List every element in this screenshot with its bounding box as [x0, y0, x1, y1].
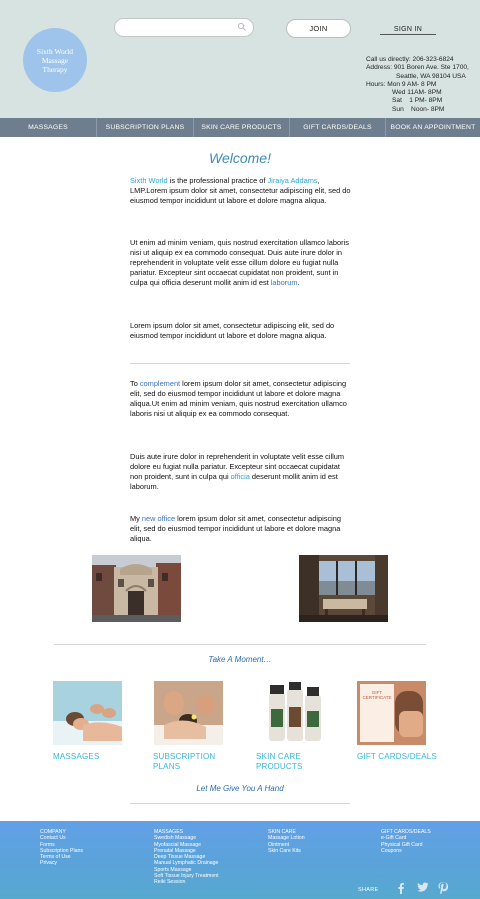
gift-certificate-text: GIFT CERTIFICATE: [360, 690, 394, 700]
paragraph-4: To complement lorem ipsum dolor sit amet…: [130, 379, 352, 419]
divider: [130, 363, 350, 364]
massages-card-image[interactable]: [53, 681, 122, 745]
footer-link-privacy[interactable]: Privacy: [40, 860, 83, 866]
officia-link[interactable]: officia: [231, 472, 250, 481]
gift-certificate-graphic: GIFT CERTIFICATE: [360, 684, 394, 742]
card-gift-label-text[interactable]: GIFT CARDS/DEALS: [357, 752, 437, 762]
paragraph-4-start: To: [130, 379, 140, 388]
footer-link-reiki[interactable]: Reiki Session: [154, 879, 219, 885]
paragraph-3: Lorem ipsum dolor sit amet, consectetur …: [130, 321, 335, 340]
footer-link-lymphatic[interactable]: Manual Lymphatic Drainage: [154, 860, 219, 866]
footer-company-column: COMPANY Contact Us Forms Subscription Pl…: [40, 829, 83, 867]
footer-divider: [130, 803, 350, 804]
nav-subscription-plans[interactable]: SUBSCRIPTION PLANS: [97, 118, 194, 137]
hours-mon: Hours: Mon 9 AM- 8 PM: [366, 80, 437, 88]
take-a-moment-heading: Take A Moment…: [208, 655, 272, 664]
join-button[interactable]: JOIN: [286, 19, 351, 38]
facebook-icon[interactable]: [397, 882, 405, 894]
search-input[interactable]: [123, 21, 239, 38]
hours-wed: Wed 11AM- 8PM: [392, 89, 442, 97]
logo-line-3: Therapy: [42, 64, 68, 74]
new-office-link[interactable]: new office: [142, 514, 175, 523]
contact-city: Seattle, WA 98104 USA: [396, 72, 466, 80]
logo-line-1: Sixth World: [36, 46, 74, 56]
card-subscription-label[interactable]: SUBSCRIPTION PLANS: [153, 752, 215, 772]
card-skin-care-label[interactable]: SKIN CARE PRODUCTS: [256, 752, 303, 772]
contact-address: Address: 901 Boren Ave. Ste 1700,: [366, 64, 469, 72]
paragraph-6: My new office lorem ipsum dolor sit amet…: [130, 514, 352, 544]
gift-certificate-word-2: CERTIFICATE: [362, 695, 392, 700]
card-subscription-label-line1[interactable]: SUBSCRIPTION: [153, 752, 215, 762]
header: Sixth World Massage Therapy JOIN SIGN IN…: [0, 0, 480, 118]
sign-in-link[interactable]: SIGN IN: [380, 26, 436, 35]
pinterest-icon[interactable]: [438, 882, 448, 894]
practitioner-link[interactable]: Jiraiya Addams: [267, 176, 317, 185]
main-nav: MASSAGES SUBSCRIPTION PLANS SKIN CARE PR…: [0, 118, 480, 137]
logo-line-2: Massage: [41, 55, 69, 65]
footer-massages-column: MASSAGES Swedish Massage Myofascial Mass…: [154, 829, 219, 886]
paragraph-6-start: My: [130, 514, 142, 523]
card-skin-care-label-line1[interactable]: SKIN CARE: [256, 752, 303, 762]
skin-care-card-image[interactable]: [260, 681, 329, 745]
search-box: [114, 18, 254, 38]
card-gift-label[interactable]: GIFT CARDS/DEALS: [357, 752, 437, 762]
contact-info: Call us directly: 206-323-6824 Address: …: [366, 56, 476, 114]
card-subscription-label-line2[interactable]: PLANS: [153, 762, 215, 772]
give-a-hand-heading: Let Me Give You A Hand: [196, 784, 284, 793]
footer: COMPANY Contact Us Forms Subscription Pl…: [0, 821, 480, 899]
nav-skin-care-products[interactable]: SKIN CARE PRODUCTS: [194, 118, 290, 137]
card-skin-care-label-line2[interactable]: PRODUCTS: [256, 762, 303, 772]
complement-link[interactable]: complement: [140, 379, 180, 388]
hours-sun: Sun Noon- 8PM: [392, 105, 445, 113]
share-label: SHARE: [358, 887, 379, 893]
paragraph-2-text: Ut enim ad minim veniam, quis nostrud ex…: [130, 238, 349, 287]
paragraph-2-end: .: [297, 278, 300, 287]
office-building-photo: [92, 555, 181, 622]
footer-link-kits[interactable]: Skin Care Kits: [268, 848, 305, 854]
twitter-icon[interactable]: [417, 882, 429, 893]
footer-gift-column: GIFT CARDS/DEALS e-Gift Card Physical Gi…: [381, 829, 431, 854]
hours-sat: Sat 1 PM- 8PM: [392, 97, 443, 105]
gift-card-image[interactable]: GIFT CERTIFICATE: [357, 681, 426, 745]
card-massages-label[interactable]: MASSAGES: [53, 752, 100, 762]
massage-room-photo: [299, 555, 388, 622]
card-massages-label-text[interactable]: MASSAGES: [53, 752, 100, 762]
sixth-world-link[interactable]: Sixth World: [130, 176, 168, 185]
paragraph-2: Ut enim ad minim veniam, quis nostrud ex…: [130, 238, 352, 288]
contact-phone: Call us directly: 206-323-6824: [366, 56, 454, 63]
page-title: Welcome!: [209, 150, 271, 166]
search-icon[interactable]: [237, 22, 247, 32]
section-divider: [54, 644, 426, 645]
footer-link-lotion[interactable]: Massage Lotion: [268, 835, 305, 841]
nav-massages[interactable]: MASSAGES: [0, 118, 97, 137]
gift-photo-detail: [399, 711, 423, 737]
site-logo[interactable]: Sixth World Massage Therapy: [23, 28, 87, 92]
nav-gift-cards-deals[interactable]: GIFT CARDS/DEALS: [290, 118, 386, 137]
paragraph-5: Duis aute irure dolor in reprehenderit i…: [130, 452, 352, 492]
laborum-link[interactable]: laborum: [271, 278, 298, 287]
intro-paragraph: Sixth World is the professional practice…: [130, 176, 352, 206]
nav-book-appointment[interactable]: BOOK AN APPOINTMENT: [386, 118, 480, 137]
footer-link-coupons[interactable]: Coupons: [381, 848, 431, 854]
footer-skin-care-column: SKIN CARE Massage Lotion Ointment Skin C…: [268, 829, 305, 854]
intro-text-1: is the professional practice of: [167, 176, 268, 185]
subscription-card-image[interactable]: [154, 681, 223, 745]
